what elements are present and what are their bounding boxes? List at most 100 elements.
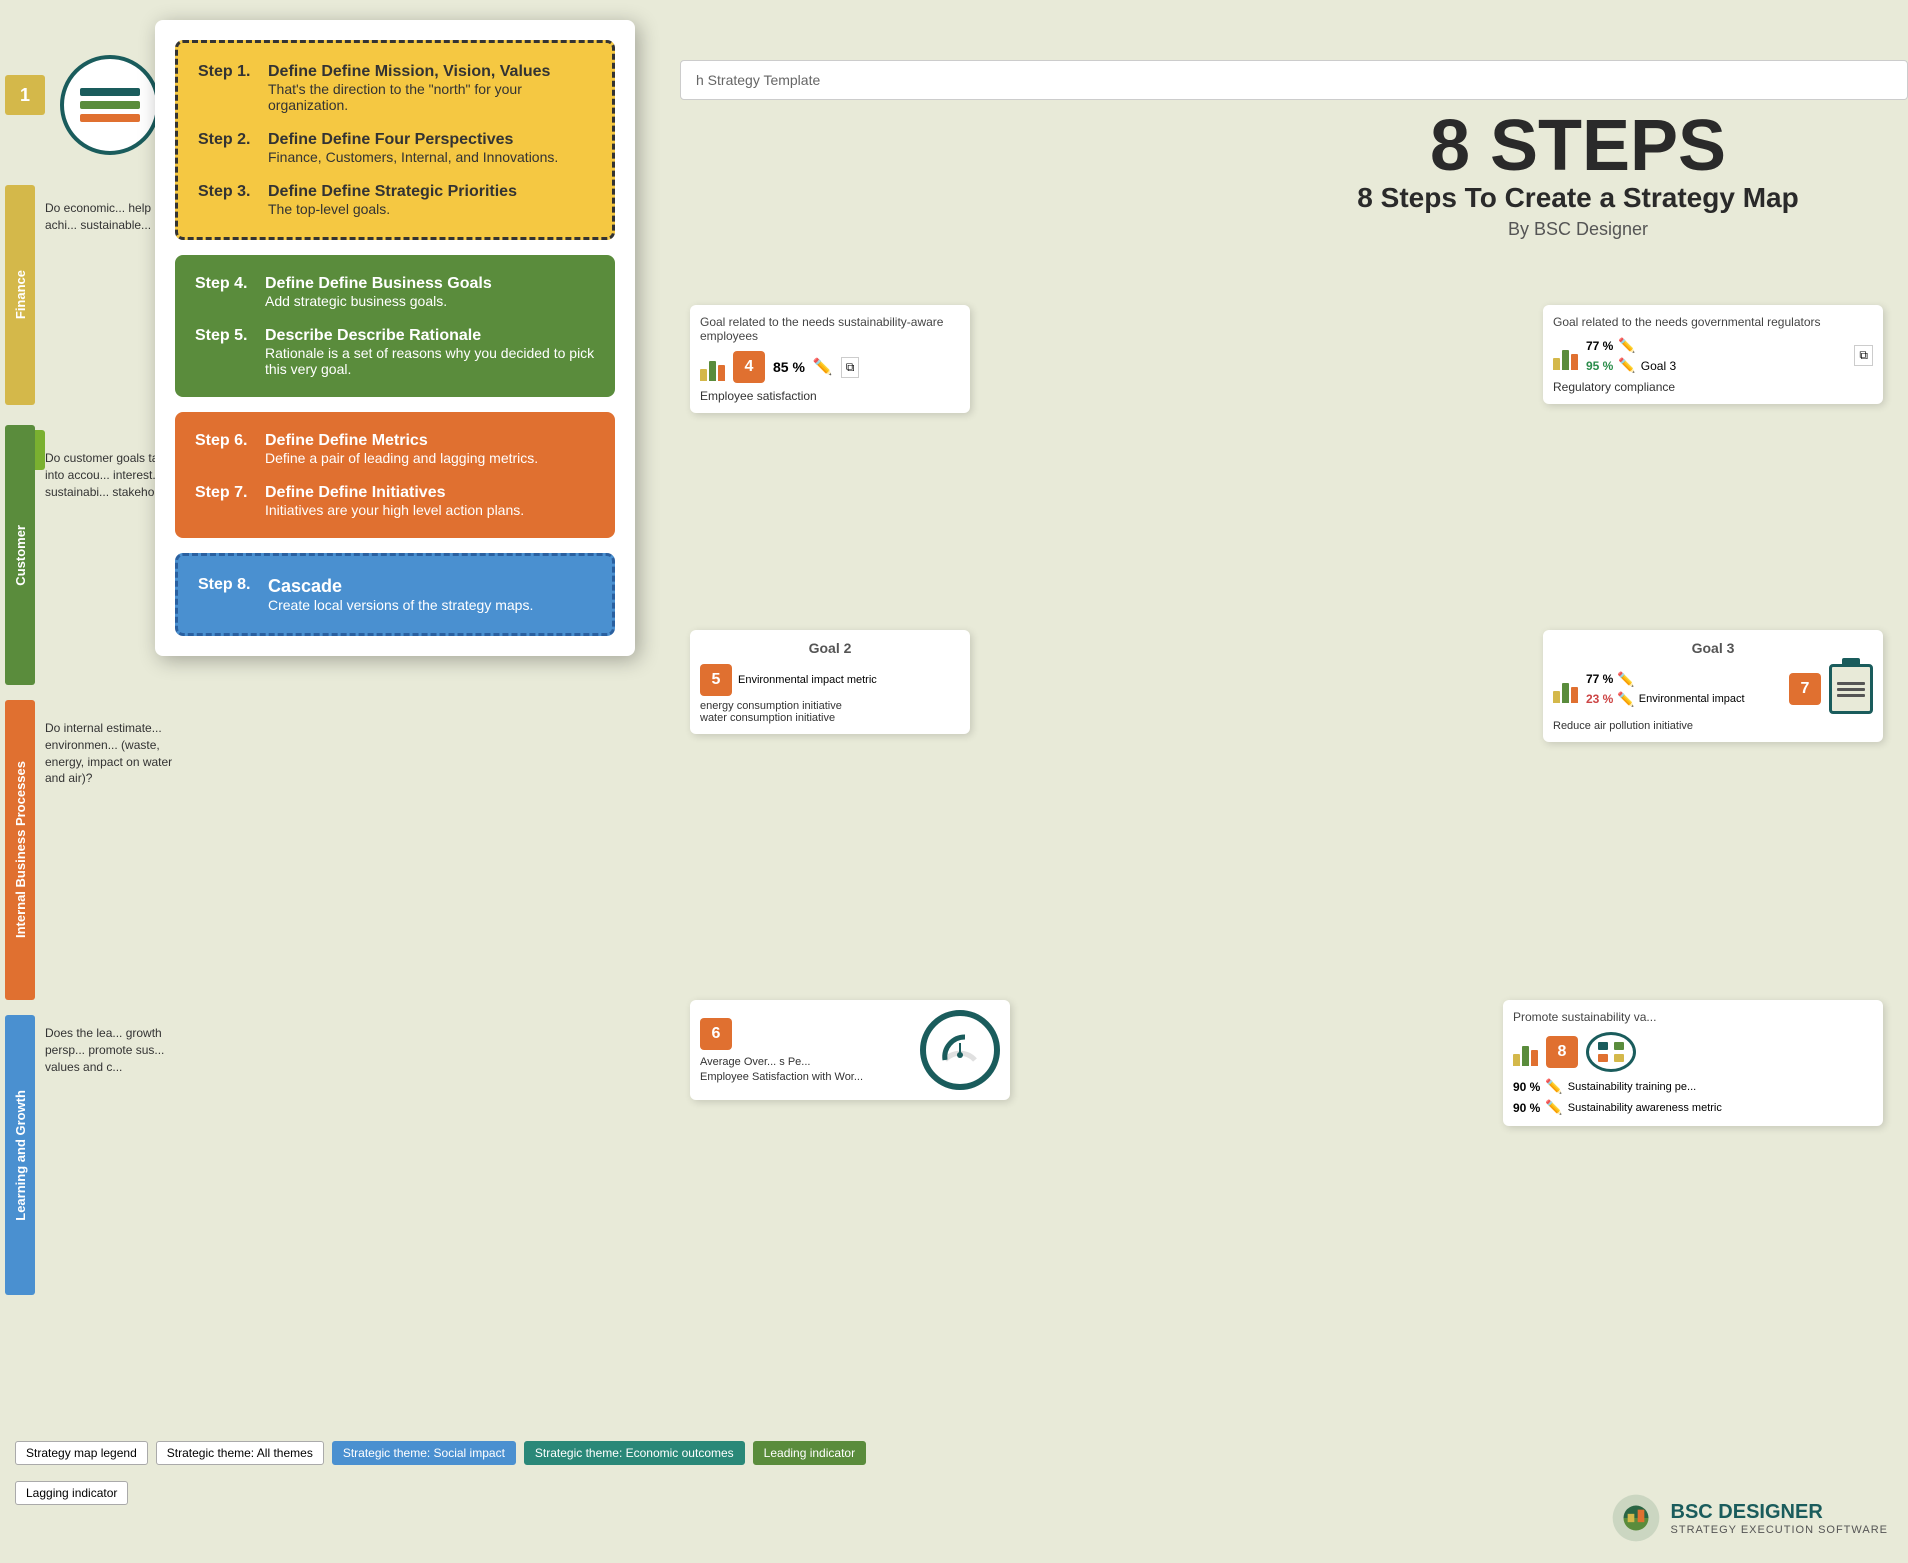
perspective-internal: Internal Business Processes [5, 700, 35, 1000]
goal4-card: Goal related to the needs sustainability… [690, 305, 970, 413]
perspective-customer: Customer [5, 425, 35, 685]
legend-theme-all[interactable]: Strategic theme: All themes [156, 1441, 324, 1465]
step7-content: Define Define Initiatives Initiatives ar… [265, 484, 524, 518]
chart-bar-g3-2 [1562, 350, 1569, 370]
pencil-icon-3b[interactable]: ✏️ [1618, 357, 1635, 374]
legend-lagging[interactable]: Lagging indicator [15, 1481, 128, 1505]
goal4-label: Employee satisfaction [700, 389, 960, 403]
pencil-icon-8a[interactable]: ✏️ [1545, 1078, 1562, 1095]
legend-theme-economic[interactable]: Strategic theme: Economic outcomes [524, 1441, 745, 1465]
g3i-bar2 [1562, 683, 1569, 703]
goal5-label-env: Environmental impact metric [738, 674, 877, 686]
step7-row: Step 7. Define Define Initiatives Initia… [195, 484, 595, 518]
by-line: By BSC Designer [1268, 219, 1888, 240]
legend-bar: Strategy map legend Strategic theme: All… [0, 1433, 1908, 1473]
goal2-title: Goal 2 [700, 640, 960, 656]
goal6-content: 6 Average Over... s Pe... Employee Satis… [700, 1018, 910, 1083]
goal7-env-label: Environmental impact [1639, 693, 1745, 705]
step3-row: Step 3. Define Define Strategic Prioriti… [198, 183, 592, 217]
step1-num: Step 1. [198, 63, 253, 113]
goal5-init2: water consumption initiative [700, 712, 960, 724]
step2-num: Step 2. [198, 131, 253, 165]
page-wrapper: h Strategy Template 8 STEPS 8 Steps To C… [0, 0, 1908, 1563]
step4-content: Define Define Business Goals Add strateg… [265, 275, 492, 309]
step2-heading: Define Define Four Perspectives [268, 131, 558, 149]
perspective-learning: Learning and Growth [5, 1015, 35, 1295]
clip-line-3 [1837, 694, 1865, 697]
goal3-label-num: Goal 3 [1641, 359, 1676, 373]
pencil-icon-3a[interactable]: ✏️ [1618, 337, 1635, 354]
step8-desc: Create local versions of the strategy ma… [268, 597, 533, 613]
step8-num: Step 8. [198, 576, 253, 613]
search-text: h Strategy Template [696, 72, 820, 88]
step1-desc: That's the direction to the "north" for … [268, 81, 592, 113]
step3-desc: The top-level goals. [268, 201, 517, 217]
bar-2 [80, 101, 140, 109]
chart-bar-g3-1 [1553, 358, 1560, 370]
step6-num: Step 6. [195, 432, 250, 466]
perspective-finance: Finance [5, 185, 35, 405]
copy-icon-3[interactable]: ⧉ [1854, 345, 1873, 366]
goal6-card: 6 Average Over... s Pe... Employee Satis… [690, 1000, 1010, 1100]
pencil-icon-4[interactable]: ✏️ [813, 357, 833, 377]
goal3-internal-title: Goal 3 [1553, 640, 1873, 656]
legend-leading[interactable]: Leading indicator [753, 1441, 866, 1465]
goal6-badge: 6 [700, 1018, 732, 1050]
goal4-pct: 85 % [773, 359, 805, 375]
goal3-card: Goal related to the needs governmental r… [1543, 305, 1883, 404]
legend-map[interactable]: Strategy map legend [15, 1441, 148, 1465]
clip-line-2 [1837, 688, 1865, 691]
goal4-chart [700, 353, 725, 381]
goal2-card: Goal 2 5 Environmental impact metric ene… [690, 630, 970, 734]
goal4-header: Goal related to the needs sustainability… [700, 315, 960, 343]
goal8-pct1: 90 % [1513, 1080, 1540, 1094]
g3i-bar3 [1571, 687, 1578, 703]
sub-title: 8 Steps To Create a Strategy Map [1268, 182, 1888, 214]
goal8-chart [1513, 1038, 1538, 1066]
step7-heading: Define Define Initiatives [265, 484, 524, 502]
legend-theme-social[interactable]: Strategic theme: Social impact [332, 1441, 516, 1465]
step8-content: Cascade Create local versions of the str… [268, 576, 533, 613]
step5-heading: Describe Describe Rationale [265, 327, 595, 345]
step6-row: Step 6. Define Define Metrics Define a p… [195, 432, 595, 466]
step6-desc: Define a pair of leading and lagging met… [265, 450, 538, 466]
goal3-header: Goal related to the needs governmental r… [1553, 315, 1873, 329]
goal7-pct2: 23 % [1586, 692, 1613, 706]
pencil-icon-7a[interactable]: ✏️ [1617, 671, 1634, 688]
step5-row: Step 5. Describe Describe Rationale Rati… [195, 327, 595, 377]
chart-bar-3 [718, 365, 725, 381]
goal5-init1: energy consumption initiative [700, 700, 960, 712]
step6-heading: Define Define Metrics [265, 432, 538, 450]
copy-icon-4[interactable]: ⧉ [841, 357, 860, 378]
goal3-label: Regulatory compliance [1553, 380, 1873, 394]
cascade-arrows-svg [1596, 1040, 1626, 1064]
pencil-icon-7b[interactable]: ✏️ [1617, 691, 1634, 708]
step3-num: Step 3. [198, 183, 253, 217]
chart-bar-1 [700, 369, 707, 381]
goal6-label1: Average Over... s Pe... [700, 1056, 910, 1068]
step7-num: Step 7. [195, 484, 250, 518]
steps-green-box: Step 4. Define Define Business Goals Add… [175, 255, 615, 397]
goal8-header: Promote sustainability va... [1513, 1010, 1873, 1024]
step3-heading: Define Define Strategic Priorities [268, 183, 517, 201]
search-bar[interactable]: h Strategy Template [680, 60, 1908, 100]
step6-content: Define Define Metrics Define a pair of l… [265, 432, 538, 466]
step2-content: Define Define Four Perspectives Finance,… [268, 131, 558, 165]
desc-learning: Does the lea... growth persp... promote … [45, 1025, 175, 1075]
step3-content: Define Define Strategic Priorities The t… [268, 183, 517, 217]
step5-desc: Rationale is a set of reasons why you de… [265, 345, 595, 377]
goal7-badge: 7 [1789, 673, 1821, 705]
g3i-bar1 [1553, 691, 1560, 703]
step2-desc: Finance, Customers, Internal, and Innova… [268, 149, 558, 165]
pencil-icon-8b[interactable]: ✏️ [1545, 1099, 1562, 1116]
steps-orange-box: Step 6. Define Define Metrics Define a p… [175, 412, 615, 538]
big-title-section: 8 STEPS 8 Steps To Create a Strategy Map… [1268, 110, 1888, 240]
goal3-internal-card: Goal 3 77 % ✏️ 23 % ✏️ Environmental imp… [1543, 630, 1883, 742]
clip-line-1 [1837, 682, 1865, 685]
g8-bar1 [1513, 1054, 1520, 1066]
circle-logo-icon [60, 55, 160, 155]
step5-num: Step 5. [195, 327, 250, 377]
bsc-logo-text: BSC DESIGNER STRATEGY EXECUTION SOFTWARE [1671, 1501, 1888, 1536]
goal3-chart [1553, 342, 1578, 370]
goal8-card: Promote sustainability va... 8 90 % [1503, 1000, 1883, 1126]
